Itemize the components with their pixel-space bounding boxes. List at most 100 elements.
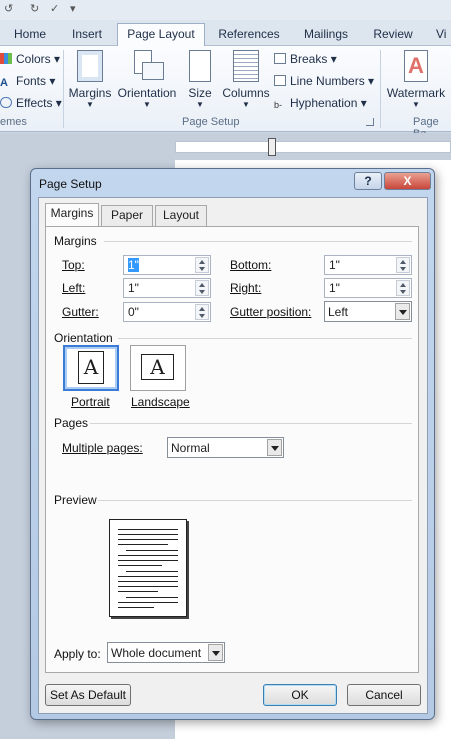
bottom-margin-value: 1" <box>329 258 340 272</box>
group-separator <box>380 50 381 128</box>
tab-margins[interactable]: Margins <box>45 203 99 227</box>
orientation-button[interactable]: Orientation ▼ <box>116 50 178 109</box>
chevron-down-icon[interactable] <box>208 644 223 661</box>
section-divider <box>104 241 412 242</box>
horizontal-ruler[interactable] <box>175 141 451 153</box>
undo-icon[interactable]: ↺ <box>4 2 13 15</box>
chevron-down-icon[interactable] <box>267 439 282 456</box>
preview-section-heading: Preview <box>54 493 97 507</box>
line-numbers-icon <box>274 75 286 86</box>
gutter-position-label: Gutter position: <box>230 305 312 319</box>
quick-access-toolbar: ↺ ↻ ✓ ▾ <box>0 0 451 20</box>
gutter-field[interactable]: 0" <box>123 302 211 322</box>
help-button[interactable]: ? <box>354 172 382 190</box>
fonts-icon: A <box>0 77 8 89</box>
ribbon: Colors ▾ A Fonts ▾ Effects ▾ emes Margins… <box>0 46 451 140</box>
hyphenation-label: Hyphenation <box>290 96 358 110</box>
multiple-pages-select[interactable]: Normal <box>167 437 284 458</box>
multiple-pages-label: Multiple pages: <box>62 441 143 455</box>
spelling-icon[interactable]: ✓ <box>50 2 59 15</box>
hyphenation-button[interactable]: b‐ Hyphenation ▾ <box>274 96 367 111</box>
ribbon-tab-bar: Home Insert Page Layout References Maili… <box>0 20 451 47</box>
top-margin-value: 1" <box>128 258 139 272</box>
bottom-margin-field[interactable]: 1" <box>324 255 412 275</box>
left-label: Left: <box>62 281 86 295</box>
bottom-margin-spinner[interactable] <box>396 257 410 273</box>
orientation-section-heading: Orientation <box>54 331 113 345</box>
pages-section-heading: Pages <box>54 416 89 430</box>
orientation-icon <box>132 50 164 82</box>
portrait-page-icon: A <box>78 351 104 384</box>
columns-icon <box>233 50 259 82</box>
margins-section-heading: Margins <box>54 234 97 248</box>
tab-page-layout[interactable]: Page Layout <box>117 23 205 47</box>
landscape-option[interactable]: A <box>130 345 186 391</box>
apply-to-label: Apply to: <box>54 647 101 661</box>
landscape-label: Landscape <box>131 395 190 409</box>
colors-icon <box>0 53 12 64</box>
right-margin-field[interactable]: 1" <box>324 278 412 298</box>
tab-references[interactable]: References <box>212 24 286 46</box>
theme-colors-button[interactable]: Colors ▾ <box>0 52 60 66</box>
tab-home[interactable]: Home <box>6 24 54 46</box>
tab-paper[interactable]: Paper <box>101 205 153 226</box>
gutter-position-value: Left <box>328 305 349 319</box>
gutter-label: Gutter: <box>62 305 99 319</box>
themes-group-label: emes <box>0 116 27 128</box>
left-margin-spinner[interactable] <box>195 280 209 296</box>
margins-label: Margins <box>68 86 112 100</box>
breaks-button[interactable]: Breaks ▾ <box>274 52 337 66</box>
margins-tab-panel: Margins Top: 1" Bottom: 1" Left: 1" Righ… <box>45 226 419 673</box>
watermark-button[interactable]: A Watermark ▼ <box>384 50 448 109</box>
right-margin-spinner[interactable] <box>396 280 410 296</box>
set-as-default-button[interactable]: Set As Default <box>45 684 131 706</box>
section-divider <box>98 500 412 501</box>
right-label: Right: <box>230 281 262 295</box>
portrait-option[interactable]: A <box>63 345 119 391</box>
left-margin-field[interactable]: 1" <box>123 278 211 298</box>
landscape-page-icon: A <box>141 354 174 380</box>
page-setup-dialog: Page Setup ? X Margins Paper Layout Marg… <box>30 168 435 720</box>
cancel-button[interactable]: Cancel <box>347 684 421 706</box>
close-button[interactable]: X <box>384 172 431 190</box>
section-divider <box>118 338 412 339</box>
tab-insert[interactable]: Insert <box>62 24 112 46</box>
tab-view-partial[interactable]: Vi <box>436 24 451 46</box>
theme-effects-button[interactable]: Effects ▾ <box>0 96 62 110</box>
size-button[interactable]: Size ▼ <box>184 50 216 109</box>
chevron-down-icon[interactable] <box>395 303 410 320</box>
ruler-indent-marker-icon[interactable] <box>268 138 276 156</box>
columns-button[interactable]: Columns ▼ <box>222 50 270 109</box>
theme-colors-label: Colors <box>16 52 51 66</box>
top-margin-spinner[interactable] <box>195 257 209 273</box>
size-label: Size <box>188 86 212 100</box>
ok-button[interactable]: OK <box>263 684 337 706</box>
dialog-body: Margins Paper Layout Margins Top: 1" Bot… <box>38 197 428 714</box>
group-separator <box>63 50 64 128</box>
customize-qat-icon[interactable]: ▾ <box>70 2 76 15</box>
line-numbers-label: Line Numbers <box>290 74 365 88</box>
tab-review[interactable]: Review <box>368 24 418 46</box>
columns-label: Columns <box>222 86 270 100</box>
breaks-label: Breaks <box>290 52 328 66</box>
tab-mailings[interactable]: Mailings <box>296 24 356 46</box>
line-numbers-button[interactable]: Line Numbers ▾ <box>274 74 374 88</box>
orientation-label: Orientation <box>117 86 177 100</box>
top-label: Top: <box>62 258 85 272</box>
theme-fonts-label: Fonts <box>16 74 47 88</box>
page-setup-launcher-icon[interactable] <box>366 118 374 126</box>
tab-layout[interactable]: Layout <box>155 205 207 226</box>
top-margin-field[interactable]: 1" <box>123 255 211 275</box>
breaks-icon <box>274 53 286 64</box>
gutter-spinner[interactable] <box>195 304 209 320</box>
watermark-icon: A <box>404 50 428 82</box>
theme-fonts-button[interactable]: A Fonts ▾ <box>0 74 55 89</box>
apply-to-select[interactable]: Whole document <box>107 642 225 663</box>
watermark-label: Watermark <box>386 86 446 100</box>
left-margin-value: 1" <box>128 281 139 295</box>
size-icon <box>189 50 211 82</box>
redo-icon[interactable]: ↻ <box>30 2 39 15</box>
margins-button[interactable]: Margins ▼ <box>68 50 112 109</box>
gutter-position-select[interactable]: Left <box>324 301 412 322</box>
section-divider <box>90 423 412 424</box>
